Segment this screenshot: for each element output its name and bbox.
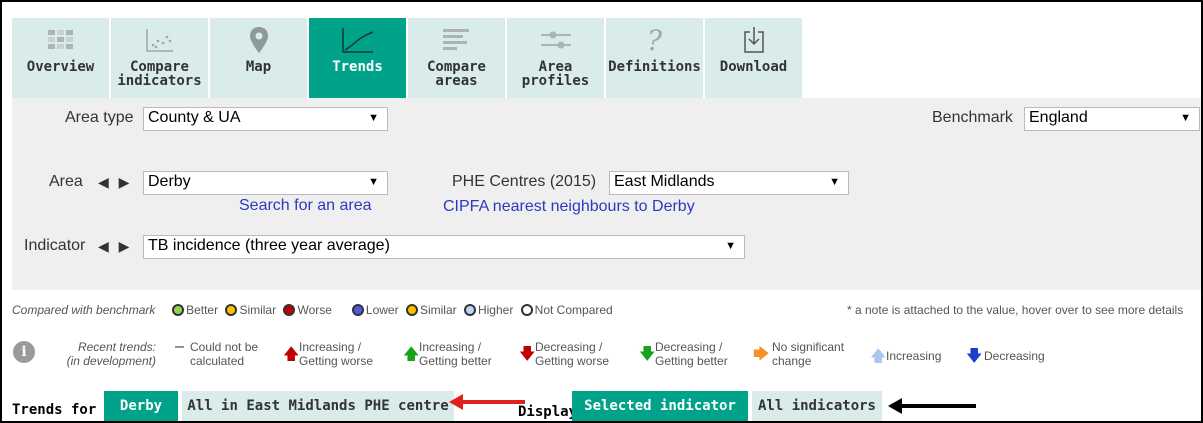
benchmark-value: England	[1029, 109, 1088, 126]
tab-label: Download	[719, 59, 788, 75]
derby-button[interactable]: Derby	[104, 391, 178, 421]
overview-grid-icon	[47, 24, 74, 56]
tab-trends[interactable]: Trends	[309, 18, 406, 98]
tab-label: Area profiles	[521, 59, 590, 89]
arrow-down-blue-icon: 🡇	[966, 348, 983, 365]
cipfa-neighbours-link[interactable]: CIPFA nearest neighbours to Derby	[443, 198, 695, 216]
area-type-select[interactable]: County & UA ▼	[143, 107, 388, 131]
display-label: Display	[518, 404, 578, 420]
tab-label: Definitions	[608, 59, 701, 75]
sliders-icon	[540, 24, 571, 56]
dropdown-arrow-icon: ▼	[1180, 112, 1191, 124]
indicator-label: Indicator	[24, 237, 86, 254]
trend-could-not-calc: Could not be calculated	[190, 340, 259, 368]
map-pin-icon	[249, 24, 269, 56]
trends-for-label: Trends for	[12, 402, 97, 418]
dash-icon: –	[175, 338, 184, 355]
similar2-dot-icon	[405, 304, 418, 316]
arrow-up-red-icon: 🡅	[283, 346, 300, 363]
main-tab-bar: Overview Compare indicators Map Trends C…	[12, 18, 802, 98]
lower-dot-icon	[351, 304, 364, 316]
compared-with-label: Compared with benchmark	[12, 303, 156, 317]
download-icon	[742, 24, 766, 56]
legend-higher: Higher	[477, 303, 514, 317]
area-select[interactable]: Derby ▼	[143, 171, 388, 195]
bars-icon	[442, 24, 471, 56]
search-area-link[interactable]: Search for an area	[239, 197, 372, 215]
question-icon: ?	[646, 23, 662, 57]
trend-decreasing-worse: Decreasing / Getting worse	[535, 340, 610, 368]
legend-worse: Worse	[297, 303, 332, 317]
area-type-value: County & UA	[148, 109, 241, 126]
tab-label: Overview	[26, 59, 95, 75]
area-type-label: Area type	[65, 109, 134, 126]
tab-label: Trends	[332, 59, 383, 75]
worse-dot-icon	[283, 304, 296, 316]
trend-decreasing-better: Decreasing / Getting better	[655, 340, 728, 368]
note-legend: * a note is attached to the value, hover…	[847, 303, 1184, 317]
legend-lower: Lower	[365, 303, 399, 317]
legend-better: Better	[186, 303, 219, 317]
area-prev-next-arrows[interactable]: ◀ ▶	[98, 174, 132, 191]
tab-area-profiles[interactable]: Area profiles	[507, 18, 604, 98]
trend-increasing-better: Increasing / Getting better	[419, 340, 492, 368]
dropdown-arrow-icon: ▼	[368, 112, 379, 124]
recent-trends-label: Recent trends: (in development)	[66, 340, 156, 368]
tab-download[interactable]: Download	[705, 18, 802, 98]
selected-indicator-button[interactable]: Selected indicator	[572, 391, 748, 421]
area-value: Derby	[148, 173, 191, 190]
arrow-right-orange-icon: 🡆	[753, 346, 770, 363]
trend-increasing-worse: Increasing / Getting worse	[299, 340, 374, 368]
scatter-icon	[145, 24, 175, 56]
trend-decreasing: Decreasing	[984, 349, 1045, 363]
trends-page: Overview Compare indicators Map Trends C…	[0, 0, 1203, 423]
benchmark-legend: Compared with benchmark Better Similar W…	[12, 303, 613, 317]
trend-increasing: Increasing	[886, 349, 942, 363]
dropdown-arrow-icon: ▼	[829, 176, 840, 188]
benchmark-label: Benchmark	[932, 109, 1013, 126]
all-indicators-button[interactable]: All indicators	[752, 391, 882, 421]
phe-centres-label: PHE Centres (2015)	[452, 173, 597, 190]
tab-overview[interactable]: Overview	[12, 18, 109, 98]
tab-definitions[interactable]: ? Definitions	[606, 18, 703, 98]
red-pointer-arrow	[447, 391, 527, 413]
better-dot-icon	[172, 304, 185, 316]
legend-similar2: Similar	[419, 303, 457, 317]
all-in-phe-centre-button[interactable]: All in East Midlands PHE centre	[182, 391, 454, 421]
arrow-down-green-icon: 🡇	[639, 346, 656, 363]
arrow-down-red-icon: 🡇	[519, 346, 536, 363]
phe-centre-value: East Midlands	[614, 173, 715, 190]
trend-line-icon	[341, 24, 375, 56]
tab-label: Compare areas	[426, 59, 486, 89]
filter-panel: Area type County & UA ▼ Benchmark Englan…	[12, 98, 1201, 290]
tab-map[interactable]: Map	[210, 18, 307, 98]
tab-compare-indicators[interactable]: Compare indicators	[111, 18, 208, 98]
tab-compare-areas[interactable]: Compare areas	[408, 18, 505, 98]
tab-label: Map	[245, 59, 272, 75]
black-pointer-arrow	[886, 395, 978, 417]
indicator-prev-next-arrows[interactable]: ◀ ▶	[98, 238, 132, 255]
benchmark-select[interactable]: England ▼	[1024, 107, 1200, 131]
not-compared-dot-icon	[520, 304, 533, 316]
indicator-value: TB incidence (three year average)	[148, 237, 390, 254]
legend-not-compared: Not Compared	[534, 303, 613, 317]
indicator-select[interactable]: TB incidence (three year average) ▼	[143, 235, 745, 259]
dropdown-arrow-icon: ▼	[725, 240, 736, 252]
arrow-up-lightblue-icon: 🡅	[870, 348, 887, 365]
phe-centre-select[interactable]: East Midlands ▼	[609, 171, 849, 195]
dropdown-arrow-icon: ▼	[368, 176, 379, 188]
higher-dot-icon	[463, 304, 476, 316]
tab-label: Compare indicators	[117, 59, 202, 89]
arrow-up-green-icon: 🡅	[403, 346, 420, 363]
trend-no-change: No significant change	[772, 340, 845, 368]
area-label: Area	[49, 173, 83, 190]
legend-similar: Similar	[239, 303, 277, 317]
similar-dot-icon	[225, 304, 238, 316]
info-icon[interactable]: i	[13, 341, 35, 363]
